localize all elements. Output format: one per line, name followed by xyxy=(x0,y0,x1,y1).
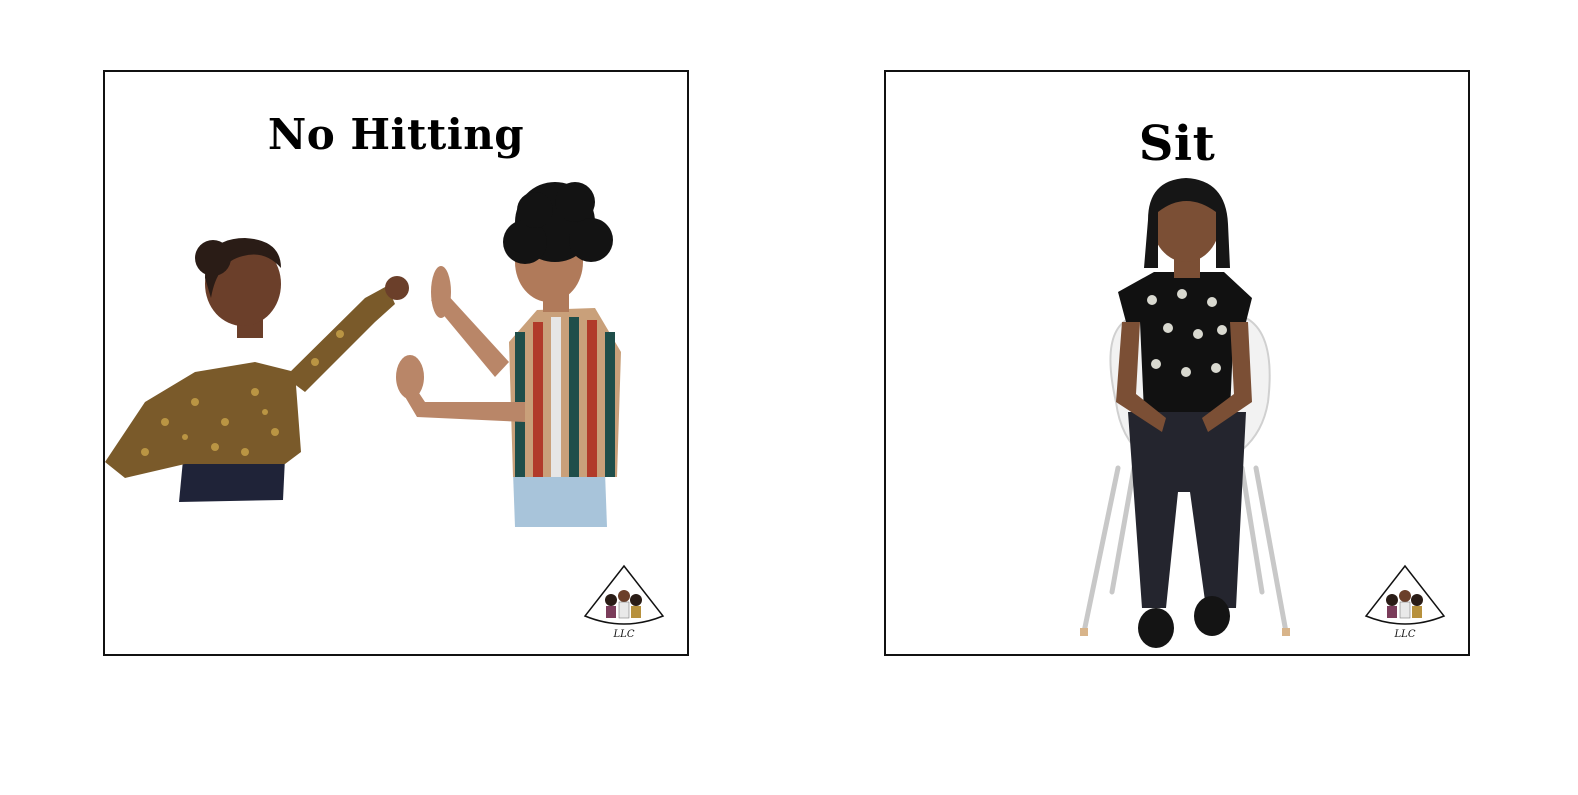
logo-llc-text: LLC xyxy=(613,629,635,640)
logo-llc-text: LLC xyxy=(1394,629,1416,640)
card-sit: Sit LLC xyxy=(884,70,1470,656)
human-expressions-logo: LLC xyxy=(579,560,669,640)
logo-graphic xyxy=(583,564,665,625)
card-no-hitting: No Hitting LLC xyxy=(103,70,689,656)
woman-figure xyxy=(396,182,621,527)
logo-graphic xyxy=(1364,564,1446,625)
human-expressions-logo: LLC xyxy=(1360,560,1450,640)
seated-woman xyxy=(1116,178,1252,648)
girl-figure xyxy=(105,238,409,502)
